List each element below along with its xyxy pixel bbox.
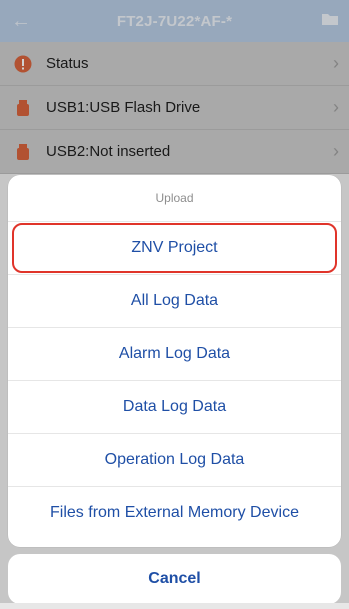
list-item-usb1[interactable]: USB1:USB Flash Drive › [0, 86, 349, 130]
alert-circle-icon [14, 55, 32, 73]
list-item-label: Status [46, 55, 89, 72]
folder-icon[interactable] [321, 12, 339, 26]
arrow-left-icon[interactable]: ← [10, 10, 32, 32]
option-files-external-memory[interactable]: Files from External Memory Device [8, 487, 341, 539]
page-title: FT2J-7U22*AF-* [116, 12, 233, 30]
upload-action-sheet: Upload ZNV Project All Log Data Alarm Lo… [8, 175, 341, 547]
list-item-label: USB1:USB Flash Drive [46, 99, 201, 116]
cancel-button[interactable]: Cancel [8, 554, 341, 604]
option-operation-log-data[interactable]: Operation Log Data [8, 434, 341, 487]
option-data-log-data[interactable]: Data Log Data [8, 381, 341, 434]
top-navbar: ← FT2J-7U22*AF-* [0, 0, 349, 42]
chevron-right-icon: › [333, 53, 339, 73]
chevron-right-icon: › [333, 97, 339, 117]
option-alarm-log-data[interactable]: Alarm Log Data [8, 328, 341, 381]
list-item-status[interactable]: Status › [0, 42, 349, 86]
chevron-right-icon: › [333, 141, 339, 161]
option-znv-project[interactable]: ZNV Project [8, 222, 341, 275]
app-screen: ← FT2J-7U22*AF-* Status › USB1:USB Flash… [0, 0, 349, 609]
list-item-usb2[interactable]: USB2:Not inserted › [0, 130, 349, 174]
bottom-bar [0, 603, 349, 609]
list-item-label: USB2:Not inserted [46, 143, 171, 160]
device-list: Status › USB1:USB Flash Drive › USB2:Not… [0, 42, 349, 174]
usb-drive-icon [14, 99, 32, 117]
option-all-log-data[interactable]: All Log Data [8, 275, 341, 328]
sheet-title: Upload [8, 175, 341, 222]
usb-drive-icon [14, 143, 32, 161]
